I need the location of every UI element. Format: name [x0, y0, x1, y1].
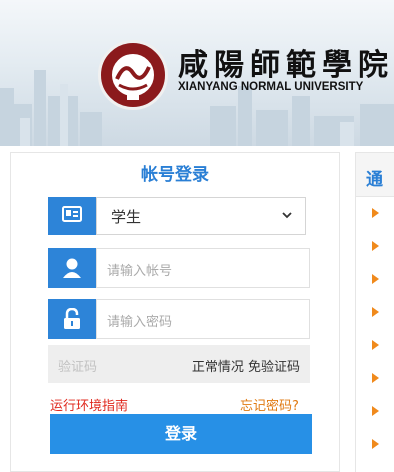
role-select-value: 学生 [111, 208, 142, 226]
school-name-chinese: 咸陽師範學院 [178, 48, 394, 83]
notice-header: 通 [356, 153, 394, 197]
env-guide-link[interactable]: 运行环境指南 [50, 395, 128, 414]
username-input[interactable]: 请输入帐号 [96, 248, 310, 288]
notice-arrow-icon[interactable] [372, 208, 379, 218]
school-seal-logo [98, 40, 168, 110]
notice-arrow-icon[interactable] [372, 307, 379, 317]
captcha-placeholder: 验证码 [58, 360, 98, 375]
lock-icon [48, 299, 96, 339]
notice-title: 通 [366, 170, 383, 190]
notice-arrow-icon[interactable] [372, 439, 379, 449]
notice-arrow-icon[interactable] [372, 373, 379, 383]
school-name-english: XIANYANG NORMAL UNIVERSITY [178, 81, 364, 93]
notice-arrow-icon[interactable] [372, 340, 379, 350]
notice-arrow-icon[interactable] [372, 274, 379, 284]
login-title: 帐号登录 [141, 165, 209, 185]
username-placeholder: 请输入帐号 [107, 264, 173, 279]
chevron-down-icon [282, 212, 292, 219]
captcha-exempt-note: 正常情况 免验证码 [191, 360, 300, 375]
notice-arrow-icon[interactable] [372, 406, 379, 416]
notice-arrow-icon[interactable] [372, 241, 379, 251]
password-placeholder: 请输入密码 [107, 315, 173, 330]
login-button[interactable]: 登录 [50, 414, 312, 454]
password-input[interactable]: 请输入密码 [96, 299, 310, 339]
user-icon [48, 248, 96, 288]
id-card-icon [48, 197, 96, 235]
role-select[interactable]: 学生 [96, 197, 306, 235]
forgot-password-link[interactable]: 忘记密码? [240, 395, 299, 414]
header-banner: 咸陽師範學院 XIANYANG NORMAL UNIVERSITY [0, 0, 394, 146]
captcha-input[interactable]: 验证码 正常情况 免验证码 [48, 345, 310, 383]
